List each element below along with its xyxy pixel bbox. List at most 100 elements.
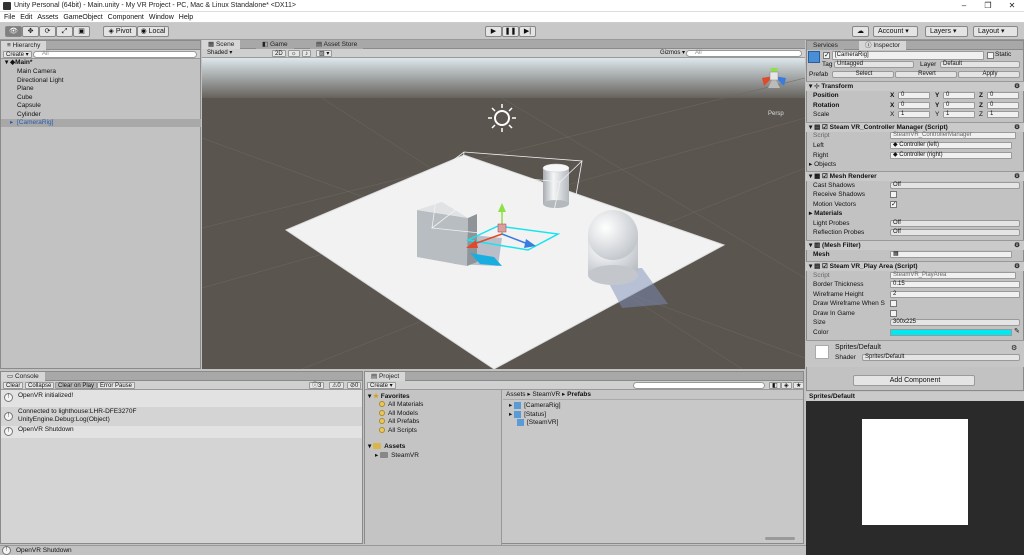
- gizmos-dropdown[interactable]: Gizmos ▾: [658, 50, 687, 57]
- status-message[interactable]: OpenVR Shutdown: [16, 547, 72, 554]
- component-enabled-checkbox[interactable]: ☑: [822, 124, 830, 131]
- hierarchy-item[interactable]: Cube: [1, 94, 201, 102]
- minimize-icon[interactable]: –: [952, 0, 976, 12]
- settings-gear-icon[interactable]: ⚙: [1014, 82, 1020, 92]
- hierarchy-item[interactable]: Main Camera: [1, 68, 201, 76]
- folder-item-steamvr[interactable]: ▸ SteamVR: [375, 451, 419, 459]
- hierarchy-item[interactable]: Capsule: [1, 102, 201, 110]
- prefab-select-button[interactable]: Select: [832, 71, 894, 78]
- mode-2d-toggle[interactable]: 2D: [272, 50, 286, 57]
- cylinder[interactable]: [543, 168, 569, 204]
- warning-count-toggle[interactable]: ⚠0: [329, 382, 344, 389]
- project-create-button[interactable]: Create ▾: [367, 382, 396, 389]
- tab-game[interactable]: ◧ Game: [256, 40, 294, 49]
- static-checkbox[interactable]: [987, 52, 994, 59]
- tab-asset-store[interactable]: ▤ Asset Store: [310, 40, 364, 49]
- hierarchy-item[interactable]: Plane: [1, 85, 201, 93]
- reflection-probes-dropdown[interactable]: Off: [890, 229, 1020, 236]
- effects-icon[interactable]: ▨ ▾: [316, 50, 333, 57]
- menu-window[interactable]: Window: [149, 14, 174, 21]
- tab-console[interactable]: ▭ Console: [1, 372, 45, 381]
- scene-search-input[interactable]: All: [686, 50, 802, 57]
- favorite-star-icon[interactable]: ★: [793, 382, 805, 389]
- materials-foldout[interactable]: ▸ Materials: [809, 209, 842, 218]
- scene-viewport[interactable]: Persp: [202, 58, 805, 369]
- menu-help[interactable]: Help: [179, 14, 193, 21]
- shader-dropdown[interactable]: Sprites/Default: [862, 354, 1020, 361]
- rotate-tool-icon[interactable]: ⟳: [39, 26, 56, 37]
- log-count-toggle[interactable]: ⓘ3: [309, 382, 325, 389]
- component-enabled-checkbox[interactable]: ☑: [822, 263, 830, 270]
- tag-dropdown[interactable]: Untagged: [834, 61, 914, 68]
- add-component-button[interactable]: Add Component: [853, 375, 975, 386]
- scale-x-field[interactable]: 1: [898, 111, 930, 118]
- object-name-field[interactable]: [CameraRig]: [832, 51, 984, 60]
- position-y-field[interactable]: 0: [943, 92, 975, 99]
- breadcrumb-item[interactable]: Prefabs: [567, 391, 591, 398]
- tab-services[interactable]: Services: [807, 41, 844, 50]
- layers-dropdown[interactable]: Layers ▾: [925, 26, 968, 37]
- hierarchy-create-button[interactable]: Create ▾: [3, 51, 32, 58]
- menu-component[interactable]: Component: [108, 14, 144, 21]
- right-controller-field[interactable]: ◆ Controller (right): [890, 151, 1012, 159]
- filter-type-icon[interactable]: ◧: [769, 382, 781, 389]
- mesh-filter-header[interactable]: ▾ ▥ (Mesh Filter) ⚙: [806, 240, 1024, 250]
- menu-edit[interactable]: Edit: [20, 14, 32, 21]
- asset-item[interactable]: ▸ [CameraRig]: [509, 401, 561, 409]
- component-enabled-checkbox[interactable]: ☑: [822, 173, 830, 180]
- controller-manager-header[interactable]: ▾ ▤ ☑ Steam VR_Controller Manager (Scrip…: [806, 122, 1024, 132]
- tab-project[interactable]: ▤ Project: [365, 372, 406, 381]
- hierarchy-search-input[interactable]: All: [33, 51, 197, 58]
- mesh-field[interactable]: ▦: [890, 251, 1012, 258]
- breadcrumb-item[interactable]: Assets: [506, 391, 526, 398]
- rect-tool-icon[interactable]: ▣: [73, 26, 90, 37]
- eyedropper-icon[interactable]: ✎: [1014, 327, 1020, 335]
- pivot-toggle[interactable]: ◈ Pivot: [103, 26, 137, 37]
- active-checkbox[interactable]: [823, 51, 830, 59]
- settings-gear-icon[interactable]: ⚙: [1014, 241, 1020, 251]
- assets-header[interactable]: ▾ Assets: [368, 442, 405, 450]
- favorite-item[interactable]: All Scripts: [379, 427, 417, 434]
- tab-hierarchy[interactable]: ≡ Hierarchy: [1, 41, 47, 50]
- play-icon[interactable]: ▶: [485, 26, 502, 37]
- light-probes-dropdown[interactable]: Off: [890, 219, 1020, 227]
- favorites-header[interactable]: ▾ ★ Favorites: [368, 392, 410, 400]
- settings-gear-icon[interactable]: ⚙: [1014, 172, 1020, 182]
- cast-shadows-dropdown[interactable]: Off: [890, 181, 1020, 189]
- favorite-item[interactable]: All Prefabs: [379, 418, 419, 425]
- icon-size-slider[interactable]: [765, 537, 795, 540]
- account-dropdown[interactable]: Account ▾: [873, 26, 918, 37]
- menu-assets[interactable]: Assets: [37, 14, 58, 21]
- hierarchy-item[interactable]: Directional Light: [1, 77, 201, 85]
- project-search-input[interactable]: [633, 382, 765, 389]
- settings-gear-icon[interactable]: ⚙: [1014, 262, 1020, 272]
- motion-vectors-checkbox[interactable]: [890, 200, 897, 208]
- wireframe-height-field[interactable]: 2: [890, 290, 1020, 298]
- prefab-revert-button[interactable]: Revert: [895, 71, 957, 78]
- hierarchy-item[interactable]: Cylinder: [1, 111, 201, 119]
- lighting-icon[interactable]: ☼: [288, 50, 300, 57]
- close-icon[interactable]: ✕: [1000, 0, 1024, 12]
- breadcrumb-item[interactable]: SteamVR: [532, 391, 560, 398]
- local-toggle[interactable]: ◉ Local: [137, 26, 169, 37]
- rotation-x-field[interactable]: 0: [898, 101, 930, 109]
- border-thickness-field[interactable]: 0.15: [890, 281, 1020, 288]
- transform-header[interactable]: ▾ ⊹ Transform ⚙: [806, 81, 1024, 91]
- rotation-z-field[interactable]: 0: [987, 101, 1019, 109]
- move-tool-icon[interactable]: ✥: [22, 26, 39, 37]
- favorite-item[interactable]: All Models: [379, 410, 418, 417]
- console-entry[interactable]: ! OpenVR initialized!: [1, 390, 362, 407]
- layout-dropdown[interactable]: Layout ▾: [973, 26, 1018, 37]
- size-dropdown[interactable]: 300x225: [890, 319, 1020, 326]
- console-clear-button[interactable]: Clear: [3, 382, 24, 389]
- prefab-apply-button[interactable]: Apply: [958, 71, 1020, 78]
- play-area-header[interactable]: ▾ ▤ ☑ Steam VR_Play Area (Script) ⚙: [806, 261, 1024, 271]
- asset-item[interactable]: [SteamVR]: [517, 419, 558, 426]
- filter-label-icon[interactable]: ◈: [781, 382, 792, 389]
- console-clear-on-play-toggle[interactable]: Clear on Play: [55, 382, 98, 389]
- objects-foldout[interactable]: ▸ Objects: [809, 160, 836, 169]
- left-controller-field[interactable]: ◆ Controller (left): [890, 142, 1012, 149]
- draw-wireframe-checkbox[interactable]: [890, 300, 897, 307]
- rotation-y-field[interactable]: 0: [943, 101, 975, 109]
- shading-mode-dropdown[interactable]: Shaded ▾: [205, 50, 269, 57]
